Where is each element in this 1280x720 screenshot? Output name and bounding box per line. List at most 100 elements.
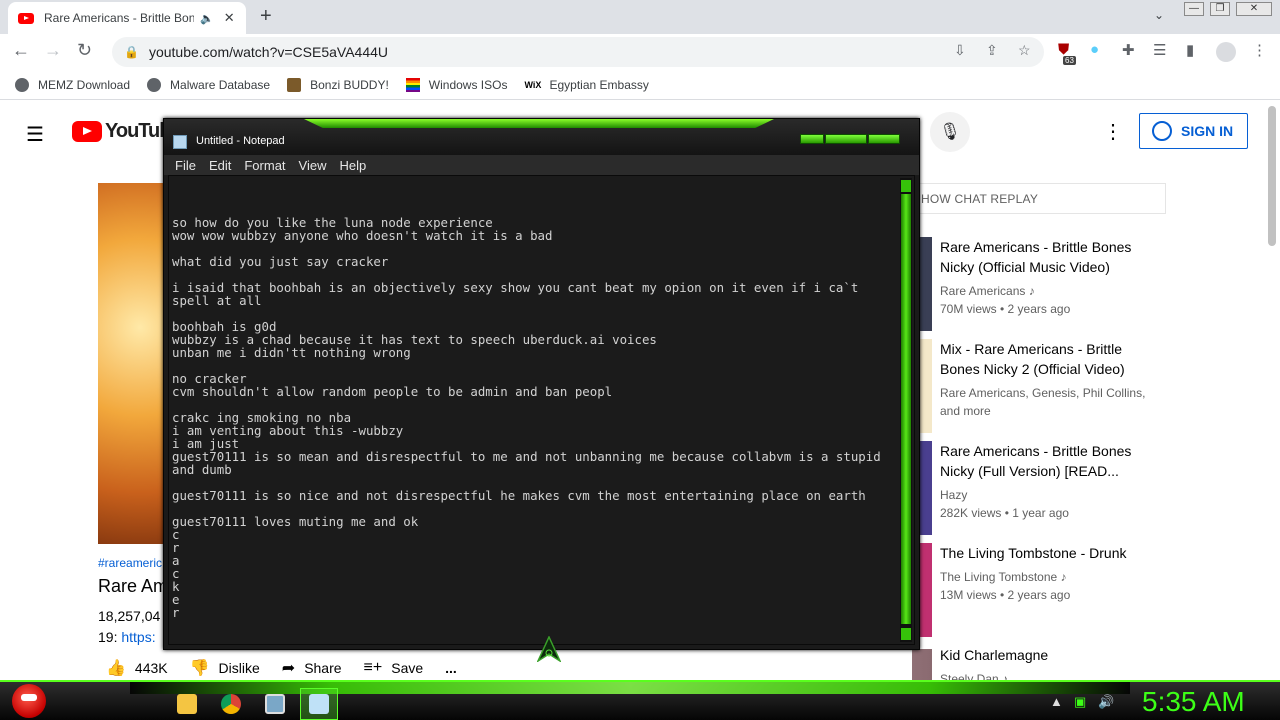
bookmark-egyptian-embassy[interactable]: WiX Egyptian Embassy bbox=[524, 78, 648, 92]
share-arrow-icon: ➦ bbox=[281, 660, 296, 677]
mouse-cursor-icon bbox=[537, 636, 561, 662]
notepad-close-button[interactable] bbox=[868, 134, 900, 144]
side-panel-icon[interactable]: ▮ bbox=[1186, 41, 1194, 59]
install-app-icon[interactable]: ⇩ bbox=[954, 42, 966, 59]
bookmark-label: MEMZ Download bbox=[38, 77, 131, 92]
video-hashtags[interactable]: #rareameric bbox=[98, 556, 162, 570]
video-player[interactable] bbox=[98, 183, 168, 544]
thumbs-up-icon: 👍 bbox=[106, 660, 126, 677]
taskbar: ▲ ▣ 🔊 5:35 AM bbox=[0, 680, 1280, 720]
hamburger-menu-icon[interactable]: ☰ bbox=[26, 122, 44, 147]
new-tab-button[interactable]: + bbox=[260, 5, 272, 28]
user-circle-icon bbox=[1152, 121, 1172, 141]
more-label: ... bbox=[445, 660, 457, 676]
tray-chevron-icon[interactable]: ▲ bbox=[1050, 694, 1063, 709]
trans-flag-extension-icon[interactable]: ● bbox=[1090, 41, 1099, 58]
reload-icon[interactable]: ↻ bbox=[77, 40, 92, 61]
close-tab-icon[interactable]: ✕ bbox=[224, 10, 235, 26]
show-chat-replay-button[interactable]: HOW CHAT REPLAY bbox=[912, 183, 1166, 214]
back-arrow-icon[interactable]: ← bbox=[12, 40, 30, 61]
save-label: Save bbox=[391, 660, 424, 676]
dislike-button[interactable]: 👎 Dislike bbox=[190, 658, 260, 678]
notepad-text[interactable]: so how do you like the luna node experie… bbox=[172, 216, 887, 619]
minimize-button[interactable]: — bbox=[1184, 2, 1204, 16]
voice-search-mic-icon[interactable]: 🎙 bbox=[930, 112, 970, 152]
notepad-maximize-button[interactable] bbox=[825, 134, 867, 144]
description-prefix: 19: bbox=[98, 629, 122, 645]
forward-arrow-icon[interactable]: → bbox=[44, 40, 62, 61]
chrome-menu-icon[interactable]: ⋮ bbox=[1252, 41, 1267, 59]
tab-search-chevron-icon[interactable]: ⌄ bbox=[1154, 8, 1164, 22]
scroll-up-arrow[interactable] bbox=[901, 180, 911, 192]
share-button[interactable]: ➦ Share bbox=[282, 658, 342, 678]
recommendation-item[interactable]: Rare Americans - Brittle Bones Nicky (Of… bbox=[912, 237, 1172, 333]
notepad-title: Untitled - Notepad bbox=[196, 135, 285, 147]
restore-button[interactable]: ❐ bbox=[1210, 2, 1230, 16]
profile-avatar[interactable] bbox=[1216, 42, 1236, 62]
settings-kebab-icon[interactable]: ⋮ bbox=[1103, 119, 1123, 144]
taskbar-notepad[interactable] bbox=[300, 688, 338, 720]
bookmark-bonzi-buddy[interactable]: Bonzi BUDDY! bbox=[287, 77, 389, 92]
bookmark-malware-database[interactable]: Malware Database bbox=[147, 77, 271, 92]
notepad-icon bbox=[173, 135, 187, 149]
recommendation-title[interactable]: Rare Americans - Brittle Bones Nicky (Of… bbox=[940, 237, 1150, 277]
lock-icon[interactable]: 🔒 bbox=[124, 45, 139, 59]
extensions-puzzle-icon[interactable]: ✚ bbox=[1122, 41, 1135, 59]
media-queue-icon[interactable]: ☰ bbox=[1153, 41, 1166, 59]
speaker-icon[interactable]: 🔈 bbox=[200, 12, 214, 25]
start-button-angry-bird-icon[interactable] bbox=[12, 684, 46, 718]
page-scrollbar[interactable] bbox=[1268, 106, 1276, 246]
menu-edit[interactable]: Edit bbox=[209, 158, 231, 173]
chrome-icon bbox=[221, 694, 241, 714]
taskbar-clock[interactable]: 5:35 AM bbox=[1142, 686, 1245, 718]
like-button[interactable]: 👍 443K bbox=[106, 658, 168, 678]
globe-icon bbox=[15, 77, 29, 92]
taskbar-chrome[interactable] bbox=[212, 688, 250, 720]
bookmark-memz[interactable]: MEMZ Download bbox=[15, 77, 131, 92]
share-label: Share bbox=[304, 660, 342, 676]
close-window-button[interactable]: ✕ bbox=[1236, 2, 1272, 16]
recommendation-item[interactable]: Rare Americans - Brittle Bones Nicky (Fu… bbox=[912, 441, 1172, 537]
recommendation-title[interactable]: The Living Tombstone - Drunk bbox=[940, 543, 1150, 563]
notepad-scroll-thumb[interactable] bbox=[901, 194, 911, 624]
bookmark-star-icon[interactable]: ☆ bbox=[1018, 42, 1031, 59]
recommendation-item[interactable]: Mix - Rare Americans - Brittle Bones Nic… bbox=[912, 339, 1172, 435]
bookmark-windows-isos[interactable]: Windows ISOs bbox=[405, 77, 507, 92]
recommendation-title[interactable]: Mix - Rare Americans - Brittle Bones Nic… bbox=[940, 339, 1150, 379]
menu-view[interactable]: View bbox=[299, 158, 327, 173]
notepad-text-area[interactable]: so how do you like the luna node experie… bbox=[168, 175, 915, 662]
more-actions-button[interactable]: ... bbox=[445, 660, 457, 676]
address-bar[interactable]: 🔒 youtube.com/watch?v=CSE5aVA444U bbox=[112, 37, 1044, 67]
notepad-minimize-button[interactable] bbox=[800, 134, 824, 144]
dislike-label: Dislike bbox=[218, 660, 260, 676]
share-icon[interactable]: ⇪ bbox=[986, 42, 998, 59]
browser-tab[interactable]: Rare Americans - Brittle Bones Nicky (Of… bbox=[8, 2, 246, 34]
save-button[interactable]: ≡+ Save bbox=[364, 659, 424, 677]
recommendation-channel: Rare Americans, Genesis, Phil Collins, a… bbox=[940, 386, 1146, 418]
recommendation-title[interactable]: Kid Charlemagne bbox=[940, 645, 1150, 665]
recommendation-meta: 70M views • 2 years ago bbox=[940, 302, 1071, 316]
video-description: 19: https: bbox=[98, 629, 156, 645]
network-icon[interactable]: ▣ bbox=[1074, 694, 1086, 710]
recommendation-item[interactable]: Kid Charlemagne Steely Dan ♪ bbox=[912, 645, 1172, 680]
recommendation-thumbnail[interactable] bbox=[912, 649, 932, 680]
recommendation-title[interactable]: Rare Americans - Brittle Bones Nicky (Fu… bbox=[940, 441, 1150, 481]
bookmark-label: Malware Database bbox=[170, 77, 271, 92]
video-title: Rare Am bbox=[98, 576, 169, 596]
recommendation-meta: 13M views • 2 years ago bbox=[940, 588, 1071, 602]
video-views: 18,257,04 bbox=[98, 608, 161, 624]
menu-format[interactable]: Format bbox=[244, 158, 285, 173]
description-link[interactable]: https: bbox=[121, 629, 155, 645]
scroll-down-arrow[interactable] bbox=[901, 628, 911, 640]
taskbar-explorer[interactable] bbox=[168, 688, 206, 720]
menu-file[interactable]: File bbox=[175, 158, 196, 173]
notepad-titlebar[interactable]: Untitled - Notepad bbox=[164, 119, 919, 155]
sign-in-button[interactable]: SIGN IN bbox=[1139, 113, 1248, 149]
titlebar-glow bbox=[304, 119, 774, 128]
volume-icon[interactable]: 🔊 bbox=[1098, 694, 1114, 710]
notepad-scrollbar[interactable] bbox=[900, 178, 912, 642]
taskbar-monitor[interactable] bbox=[256, 688, 294, 720]
address-url[interactable]: youtube.com/watch?v=CSE5aVA444U bbox=[149, 44, 388, 60]
recommendation-item[interactable]: The Living Tombstone - Drunk The Living … bbox=[912, 543, 1172, 639]
menu-help[interactable]: Help bbox=[339, 158, 366, 173]
